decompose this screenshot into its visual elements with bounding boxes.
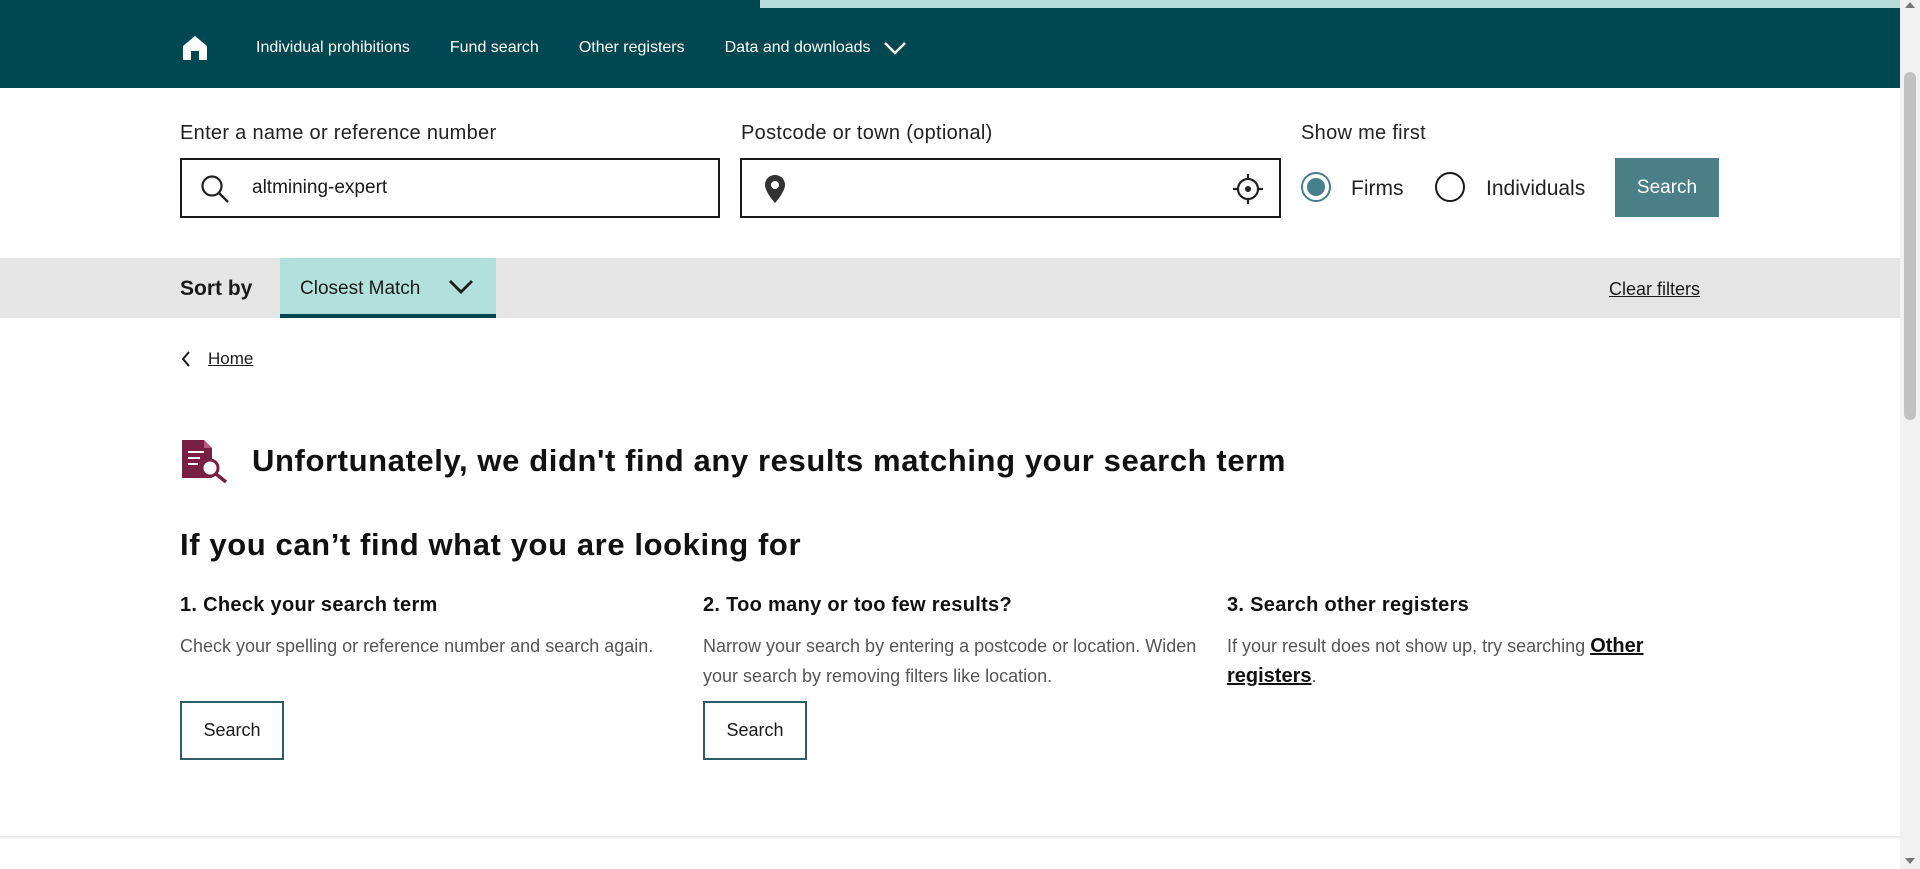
chevron-down-icon (883, 42, 906, 55)
tip-1-text: Check your spelling or reference number … (180, 636, 654, 656)
nav-other-registers[interactable]: Other registers (579, 39, 685, 57)
chevron-down-icon (449, 280, 473, 294)
nav-individual-prohibitions[interactable]: Individual prohibitions (256, 39, 410, 57)
top-accent-highlight (760, 0, 1900, 8)
clear-filters-link[interactable]: Clear filters (1609, 279, 1700, 300)
tip-1-search-button[interactable]: Search (180, 701, 284, 760)
main-navigation: Individual prohibitions Fund search Othe… (0, 8, 1900, 88)
search-button[interactable]: Search (1615, 158, 1719, 217)
scroll-up-arrow-icon[interactable] (1905, 2, 1915, 8)
radio-individuals-label[interactable]: Individuals (1486, 177, 1585, 201)
tip-2-search-button[interactable]: Search (703, 701, 807, 760)
radio-individuals[interactable] (1435, 172, 1465, 202)
home-icon (183, 36, 207, 60)
tip-2-text: Narrow your search by entering a postcod… (703, 636, 1197, 686)
show-first-label: Show me first (1301, 122, 1427, 144)
no-results-banner: Unfortunately, we didn't find any result… (180, 438, 1286, 484)
tip-too-many-results: 2. Too many or too few results? Narrow y… (703, 594, 1203, 691)
sort-bar: Sort by Closest Match Clear filters (0, 258, 1900, 318)
nav-data-downloads-dropdown[interactable]: Data and downloads (725, 39, 907, 57)
document-search-icon (182, 440, 228, 484)
tip-1-title: 1. Check your search term (180, 594, 438, 616)
tip-3-title: 3. Search other registers (1227, 594, 1470, 616)
nav-data-downloads-label: Data and downloads (724, 39, 871, 56)
tip-3-text-before: If your result does not show up, try sea… (1227, 636, 1591, 656)
location-field-label: Postcode or town (optional) (741, 122, 993, 144)
crosshair-location-icon[interactable] (1233, 174, 1263, 204)
scroll-down-arrow-icon[interactable] (1905, 858, 1915, 864)
section-divider (0, 836, 1900, 840)
home-link[interactable] (180, 33, 210, 63)
radio-firms[interactable] (1301, 172, 1331, 202)
breadcrumb-home-link[interactable]: Home (208, 349, 253, 369)
breadcrumb: Home (180, 349, 253, 369)
nav-fund-search[interactable]: Fund search (450, 39, 539, 57)
page-scrollbar[interactable] (1900, 0, 1920, 869)
tip-check-search-term: 1. Check your search term Check your spe… (180, 594, 670, 661)
top-accent-bar (0, 0, 1900, 8)
name-field-label: Enter a name or reference number (180, 122, 497, 144)
location-search-box (740, 158, 1281, 218)
sort-by-label: Sort by (180, 277, 253, 300)
tip-search-other-registers: 3. Search other registers If your result… (1227, 594, 1707, 691)
no-results-heading: Unfortunately, we didn't find any result… (252, 443, 1287, 478)
nav-inner: Individual prohibitions Fund search Othe… (180, 8, 907, 88)
sort-select[interactable]: Closest Match (280, 258, 496, 318)
tip-3-text: If your result does not show up, try sea… (1227, 631, 1707, 691)
search-icon (201, 175, 229, 203)
help-title: If you can’t find what you are looking f… (180, 527, 802, 562)
location-search-input[interactable] (802, 160, 1202, 216)
scrollbar-thumb[interactable] (1904, 72, 1916, 420)
name-search-input[interactable] (252, 160, 702, 216)
radio-firms-label[interactable]: Firms (1351, 177, 1403, 201)
tip-3-text-after: . (1311, 666, 1317, 686)
name-search-box (180, 158, 720, 218)
search-area: Enter a name or reference number Postcod… (0, 88, 1900, 258)
chevron-left-icon (181, 351, 190, 367)
map-pin-icon (765, 175, 785, 203)
tip-2-title: 2. Too many or too few results? (703, 594, 1012, 616)
sort-selected-value: Closest Match (300, 278, 421, 299)
